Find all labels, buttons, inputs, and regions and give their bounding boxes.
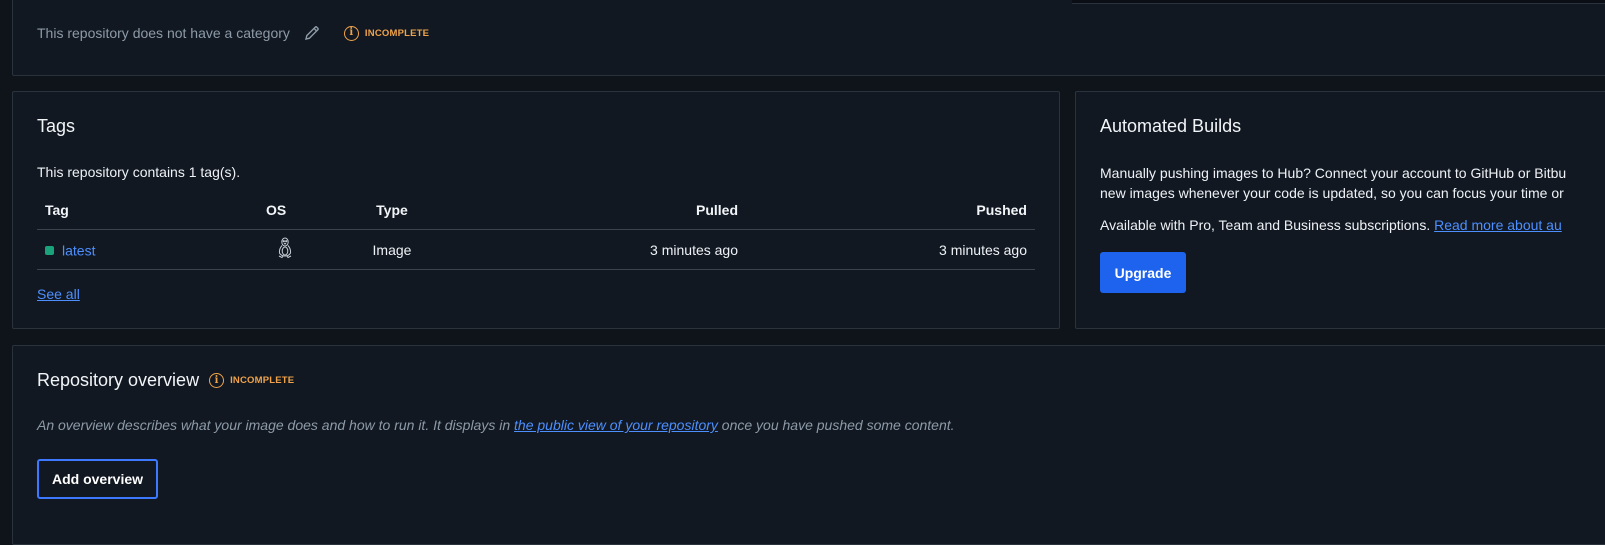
overview-description: An overview describes what your image do… — [37, 417, 955, 433]
automated-builds-card: Automated Builds Manually pushing images… — [1075, 91, 1605, 329]
info-icon: i — [343, 25, 359, 41]
tags-title: Tags — [37, 116, 76, 136]
info-icon: i — [209, 373, 225, 388]
os-cell — [258, 229, 334, 270]
builds-description: Manually pushing images to Hub? Connect … — [1100, 163, 1566, 203]
tags-card: Tags This repository contains 1 tag(s). … — [12, 91, 1060, 329]
category-text: This repository does not have a category — [37, 25, 290, 41]
column-header-type: Type — [334, 191, 450, 230]
overview-header: Repository overview i INCOMPLETE — [37, 370, 294, 391]
edit-pencil-icon[interactable] — [302, 23, 322, 43]
tags-summary: This repository contains 1 tag(s). — [37, 164, 241, 180]
category-row: This repository does not have a category… — [37, 21, 429, 45]
overview-title: Repository overview — [37, 370, 200, 390]
tag-link-latest[interactable]: latest — [62, 242, 95, 258]
tag-cell: latest — [37, 229, 258, 270]
linux-penguin-icon — [276, 237, 294, 262]
column-header-pushed: Pushed — [746, 191, 1035, 230]
upgrade-button[interactable]: Upgrade — [1100, 252, 1186, 293]
tags-table: Tag OS Type Pulled Pushed latest Image 3… — [37, 191, 1035, 270]
public-view-link[interactable]: the public view of your repository — [514, 417, 718, 433]
column-header-pulled: Pulled — [450, 191, 746, 230]
type-cell: Image — [334, 229, 450, 270]
tag-status-dot — [45, 245, 54, 255]
pulled-cell: 3 minutes ago — [450, 229, 746, 270]
top-right-panel-edge — [1072, 0, 1605, 4]
see-all-link[interactable]: See all — [37, 286, 80, 302]
repository-overview-card: Repository overview i INCOMPLETE An over… — [12, 345, 1605, 545]
pushed-cell: 3 minutes ago — [746, 229, 1035, 270]
column-header-tag: Tag — [37, 191, 258, 230]
overview-incomplete-badge: i INCOMPLETE — [209, 373, 294, 388]
overview-desc-after: once you have pushed some content. — [717, 417, 955, 433]
builds-description-line-1: Manually pushing images to Hub? Connect … — [1100, 165, 1567, 181]
builds-description-line-2: new images whenever your code is updated… — [1100, 185, 1564, 201]
builds-availability-text: Available with Pro, Team and Business su… — [1100, 217, 1431, 233]
category-status: INCOMPLETE — [364, 27, 430, 39]
tags-table-header: Tag OS Type Pulled Pushed — [37, 191, 1035, 230]
builds-title: Automated Builds — [1100, 116, 1242, 136]
category-card: This repository does not have a category… — [12, 0, 1605, 76]
builds-availability: Available with Pro, Team and Business su… — [1100, 217, 1562, 233]
overview-desc-before: An overview describes what your image do… — [37, 417, 515, 433]
column-header-os: OS — [258, 191, 334, 230]
overview-status: INCOMPLETE — [230, 375, 295, 386]
add-overview-button[interactable]: Add overview — [37, 459, 158, 499]
read-more-link[interactable]: Read more about au — [1434, 217, 1562, 233]
category-incomplete-badge: i INCOMPLETE — [343, 25, 430, 41]
table-row: latest Image 3 minutes ago 3 minutes ago — [37, 229, 1035, 270]
